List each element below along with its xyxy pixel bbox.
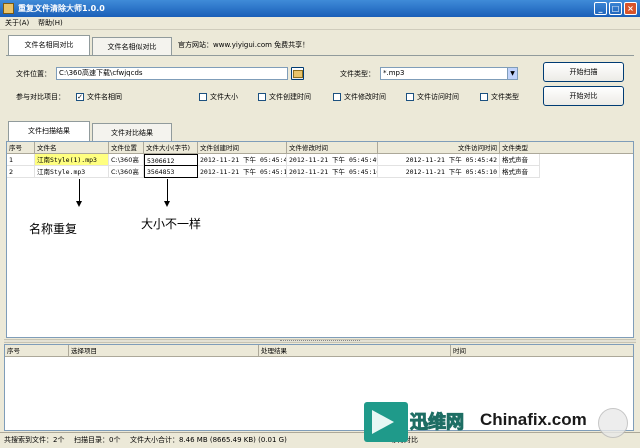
- title-bar: 重复文件清除大师1.0.0 _ □ ×: [0, 0, 640, 17]
- arrow-down-icon: [76, 201, 82, 207]
- checkbox-size-label: 文件大小: [210, 93, 238, 101]
- column-header[interactable]: 文件类型: [500, 142, 633, 154]
- column-header[interactable]: 文件大小(字节): [144, 142, 198, 154]
- checkbox-created-label: 文件创建时间: [269, 93, 311, 101]
- splitter-grip: [280, 340, 360, 342]
- panel-splitter[interactable]: [4, 339, 636, 343]
- file-name-cell: 江南Style(1).mp3: [35, 154, 109, 166]
- website-label: 官方网站：www.yiyigui.com 免费共享！: [178, 41, 310, 49]
- checkbox-accessed-label: 文件访问时间: [417, 93, 459, 101]
- watermark-brand-en: Chinafix.com: [480, 410, 587, 429]
- column-header[interactable]: 序号: [5, 345, 69, 357]
- chevron-down-icon[interactable]: ▼: [507, 68, 517, 79]
- menu-help[interactable]: 帮助(H): [38, 18, 63, 29]
- file-size-cell: 3564853: [144, 166, 198, 178]
- annotation-size-different: 大小不一样: [141, 217, 202, 231]
- location-field[interactable]: C:\360高速下载\cfwjqcds: [56, 67, 288, 80]
- status-bar: 共搜索到文件：2个 扫描目录：0个 文件大小合计：8.46 MB (8665.4…: [0, 432, 640, 448]
- app-icon: [3, 3, 14, 14]
- arrow-down-icon: [164, 201, 170, 207]
- checkbox-size[interactable]: [199, 93, 207, 101]
- checkbox-type-label: 文件类型: [491, 93, 519, 101]
- column-header[interactable]: 序号: [7, 142, 35, 154]
- status-scanned-dirs: 扫描目录：0个: [74, 436, 121, 444]
- file-location-cell: C:\360高: [109, 154, 144, 166]
- arrow-line: [167, 179, 168, 201]
- tab-divider: [6, 55, 634, 56]
- watermark-brand-cn: 迅维网: [410, 412, 465, 434]
- column-header[interactable]: 处理结果: [259, 345, 451, 357]
- status-total-size: 文件大小合计：8.46 MB (8665.49 KB) (0.01 G): [130, 436, 287, 444]
- accessed-time-cell: 2012-11-21 下午 05:45:10: [378, 166, 500, 178]
- maximize-icon[interactable]: □: [609, 2, 622, 15]
- checkbox-modified[interactable]: [333, 93, 341, 101]
- watermark-logo: [364, 402, 408, 442]
- row-index: 1: [7, 154, 35, 166]
- menu-about[interactable]: 关于(A): [5, 18, 29, 29]
- created-time-cell: 2012-11-21 下午 05:45:42: [198, 154, 287, 166]
- tab-same-name[interactable]: 文件名相同对比: [8, 35, 90, 55]
- watermark-arrow-icon: [372, 410, 394, 434]
- browse-folder-button[interactable]: [291, 67, 304, 80]
- column-header[interactable]: 选择项目: [69, 345, 259, 357]
- checkbox-created[interactable]: [258, 93, 266, 101]
- tab-similar-name[interactable]: 文件名相似对比: [92, 37, 172, 55]
- tab-scan-results[interactable]: 文件扫描结果: [8, 121, 90, 141]
- checkbox-modified-label: 文件修改时间: [344, 93, 386, 101]
- menu-bar: 关于(A) 帮助(H): [0, 17, 640, 30]
- modified-time-cell: 2012-11-21 下午 05:45:16: [287, 166, 378, 178]
- column-header[interactable]: 文件位置: [109, 142, 144, 154]
- accessed-time-cell: 2012-11-21 下午 05:45:42: [378, 154, 500, 166]
- column-header[interactable]: 文件名: [35, 142, 109, 154]
- close-icon[interactable]: ×: [624, 2, 637, 15]
- type-select[interactable]: *.mp3: [380, 67, 518, 80]
- file-location-cell: C:\360高: [109, 166, 144, 178]
- minimize-icon[interactable]: _: [594, 2, 607, 15]
- location-label: 文件位置：: [16, 70, 51, 78]
- checkbox-same-name[interactable]: ✓: [76, 93, 84, 101]
- type-label: 文件类型：: [340, 70, 375, 78]
- file-type-cell: 格式声音: [500, 166, 540, 178]
- modified-time-cell: 2012-11-21 下午 05:45:49: [287, 154, 378, 166]
- file-name-cell: 江南Style.mp3: [35, 166, 109, 178]
- compare-items-label: 参与对比项目：: [16, 93, 65, 101]
- window-title: 重复文件清除大师1.0.0: [18, 4, 105, 13]
- file-size-cell: 5306612: [144, 154, 198, 166]
- tab-compare-results[interactable]: 文件对比结果: [92, 123, 172, 141]
- column-header[interactable]: 文件创建时间: [198, 142, 287, 154]
- compare-button[interactable]: 开始对比: [543, 86, 624, 106]
- status-found: 共搜索到文件：2个: [4, 436, 65, 444]
- file-type-cell: 格式声音: [500, 154, 540, 166]
- scan-results-table[interactable]: 序号 文件名 文件位置 文件大小(字节) 文件创建时间 文件修改时间 文件访问时…: [6, 141, 634, 338]
- annotation-name-duplicate: 名称重复: [29, 222, 78, 236]
- column-header[interactable]: 文件修改时间: [287, 142, 378, 154]
- watermark-seal-icon: [598, 408, 628, 438]
- created-time-cell: 2012-11-21 下午 05:45:10: [198, 166, 287, 178]
- checkbox-same-name-label: 文件名相同: [87, 93, 122, 101]
- arrow-line: [79, 179, 80, 201]
- checkbox-accessed[interactable]: [406, 93, 414, 101]
- column-header[interactable]: 文件访问时间: [378, 142, 500, 154]
- checkbox-type[interactable]: [480, 93, 488, 101]
- column-header[interactable]: 时间: [451, 345, 633, 357]
- type-select-value: *.mp3: [383, 69, 405, 77]
- row-index: 2: [7, 166, 35, 178]
- scan-button[interactable]: 开始扫描: [543, 62, 624, 82]
- folder-icon: [292, 70, 303, 78]
